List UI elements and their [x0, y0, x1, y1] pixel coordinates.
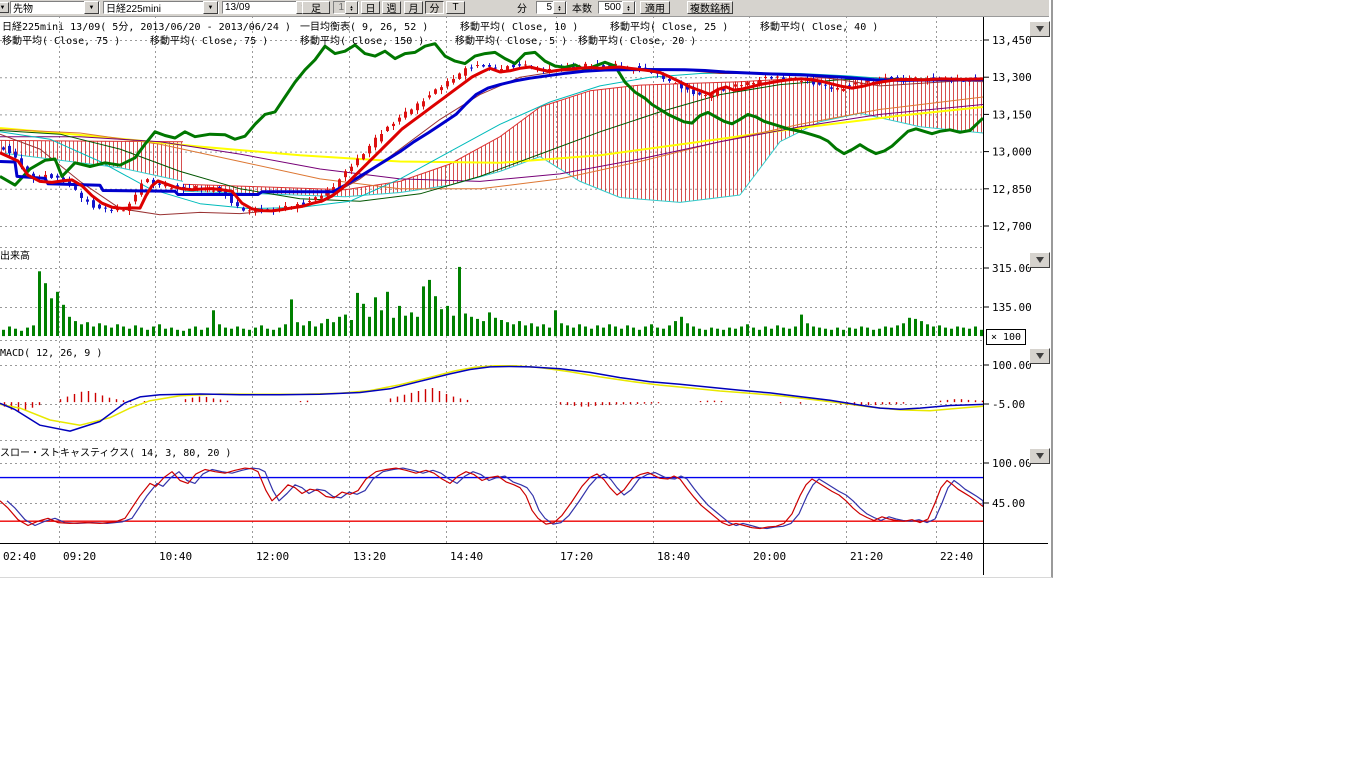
time-axis-label: 13:20: [353, 550, 386, 563]
desktop: ▼ 先物 ▼ 日経225mini ▼ 13/09 ▼ 足 1 ▲▼ 分 5: [0, 0, 1366, 768]
time-axis-label: 22:40: [940, 550, 973, 563]
pane-labels: 出来高 MACD( 12, 26, 9 ) スロー・ストキャスティクス( 14, 3…: [0, 249, 231, 459]
partial-combo-dropdown-icon[interactable]: ▼: [0, 2, 9, 13]
collapse-price-pane-button[interactable]: [1029, 21, 1050, 37]
bars-value: 500: [599, 2, 622, 13]
axis-tick-label: 13,150: [992, 108, 1032, 121]
legend-item: 移動平均( Close, 75 ): [150, 34, 268, 47]
legend-item: 移動平均( Close, 10 ): [460, 20, 578, 33]
legend-item: 移動平均( Close, 5 ): [455, 34, 567, 47]
collapse-stoch-pane-button[interactable]: [1029, 448, 1050, 464]
volume-multiplier-badge: × 100: [986, 329, 1026, 345]
spinner-arrows-icon[interactable]: ▲▼: [553, 1, 566, 14]
minute-label: 分: [517, 1, 527, 14]
time-axis-label: 10:40: [159, 550, 192, 563]
legend-item: 移動平均( Close, 40 ): [760, 20, 878, 33]
legend-item: 移動平均( Close, 25 ): [610, 20, 728, 33]
triangle-down-icon: [1036, 257, 1044, 263]
chart-window: ▼ 先物 ▼ 日経225mini ▼ 13/09 ▼ 足 1 ▲▼ 分 5: [0, 0, 1053, 578]
period-button-5[interactable]: T: [446, 1, 465, 14]
time-axis-label: 09:20: [63, 550, 96, 563]
time-axis-label: 18:40: [657, 550, 690, 563]
period-button-4[interactable]: 分: [425, 1, 444, 14]
time-axis-label: 14:40: [450, 550, 483, 563]
axis-tick-label: 315.00: [992, 262, 1032, 275]
apply-button[interactable]: 適用: [640, 1, 670, 14]
price-axis-labels: 13,450 13,300 13,150 13,000 12,850 12,700: [983, 34, 1032, 233]
period-button-1[interactable]: 日: [361, 1, 380, 14]
legend-item: 移動平均( Close, 20 ): [578, 34, 696, 47]
spinner-arrows-icon[interactable]: ▲▼: [345, 1, 358, 14]
collapse-volume-pane-button[interactable]: [1029, 252, 1050, 268]
contract-month-combo[interactable]: 13/09 ▼: [222, 1, 312, 14]
bars-label: 本数: [572, 1, 592, 14]
ashi-button[interactable]: 足: [302, 1, 330, 14]
axis-tick-label: 13,300: [992, 71, 1032, 84]
volume-axis-labels: 315.00 135.00: [983, 262, 1032, 314]
pane-label-volume: 出来高: [0, 249, 30, 262]
axis-tick-label: 100.00: [992, 457, 1032, 470]
pane-label-stochastics: スロー・ストキャスティクス( 14, 3, 80, 20 ): [0, 447, 231, 459]
contract-month-value: 13/09: [223, 2, 252, 13]
stochastics-series: [0, 468, 983, 528]
axis-tick-label: 100.00: [992, 359, 1032, 372]
time-axis-label: 12:00: [256, 550, 289, 563]
legend-item: 移動平均( Close, 75 ): [2, 34, 120, 47]
instrument-combo[interactable]: 日経225mini ▼: [103, 1, 219, 14]
triangle-down-icon: [1036, 26, 1044, 32]
collapse-macd-pane-button[interactable]: [1029, 348, 1050, 364]
pane-label-macd: MACD( 12, 26, 9 ): [0, 348, 102, 359]
axis-tick-label: 12,850: [992, 183, 1032, 196]
instrument-type-value: 先物: [11, 0, 35, 15]
legend: 日経225mini 13/09( 5分, 2013/06/20 - 2013/0…: [2, 20, 878, 47]
axis-tick-label: 135.00: [992, 301, 1032, 314]
time-axis-labels: 02:40 09:20 10:40 12:00 13:20 14:40 17:20 18:40…: [3, 550, 973, 563]
instrument-value: 日経225mini: [104, 0, 163, 15]
axis-tick-label: 13,000: [992, 146, 1032, 159]
chevron-down-icon[interactable]: ▼: [203, 1, 218, 14]
axis-tick-label: 13,450: [992, 34, 1032, 47]
axis-tick-label: 45.00: [992, 497, 1025, 510]
triangle-down-icon: [1036, 353, 1044, 359]
legend-item: 一目均衡表( 9, 26, 52 ): [300, 20, 428, 33]
instrument-type-combo[interactable]: 先物 ▼: [10, 1, 100, 14]
ashi-count-spinner[interactable]: 1 ▲▼: [333, 1, 359, 14]
minute-spinner[interactable]: 5 ▲▼: [536, 1, 567, 14]
axis-tick-label: -5.00: [992, 398, 1025, 411]
multi-symbol-button[interactable]: 複数銘柄: [687, 1, 733, 14]
chevron-down-icon[interactable]: ▼: [84, 1, 99, 14]
minute-value: 5: [537, 2, 553, 13]
bars-spinner[interactable]: 500 ▲▼: [598, 1, 636, 14]
time-axis-label: 17:20: [560, 550, 593, 563]
ashi-count-value: 1: [334, 2, 345, 13]
time-axis-label: 20:00: [753, 550, 786, 563]
chart-plot-area[interactable]: 13,450 13,300 13,150 13,000 12,850 12,700 315.…: [0, 0, 1049, 577]
ichimoku-thick-lines: [0, 44, 983, 211]
time-axis-label: 21:20: [850, 550, 883, 563]
legend-item: 日経225mini 13/09( 5分, 2013/06/20 - 2013/0…: [2, 20, 291, 33]
volume-bars: [2, 267, 983, 336]
spinner-arrows-icon[interactable]: ▲▼: [622, 1, 635, 14]
axis-tick-label: 12,700: [992, 220, 1032, 233]
macd-axis-labels: 100.00 -5.00: [983, 359, 1032, 411]
toolbar: ▼ 先物 ▼ 日経225mini ▼ 13/09 ▼ 足 1 ▲▼ 分 5: [0, 0, 1049, 17]
legend-item: 移動平均( Close, 150 ): [300, 34, 424, 47]
period-button-3[interactable]: 月: [404, 1, 423, 14]
time-axis-label: 02:40: [3, 550, 36, 563]
period-button-2[interactable]: 週: [382, 1, 401, 14]
macd-series: [0, 366, 983, 431]
stoch-axis-labels: 100.00 45.00: [983, 457, 1032, 510]
triangle-down-icon: [1036, 453, 1044, 459]
